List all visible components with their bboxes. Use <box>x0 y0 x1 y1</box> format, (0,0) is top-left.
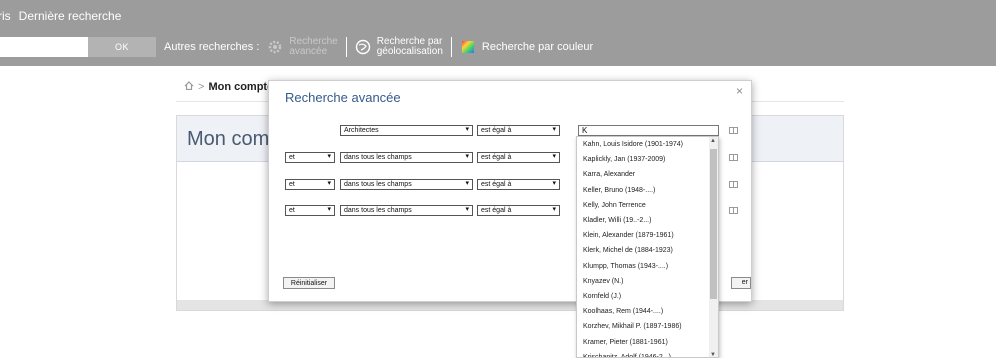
field-select-value: dans tous les champs <box>344 207 412 214</box>
chevron-down-icon: ▾ <box>327 153 331 160</box>
geo-search-link[interactable]: Recherche par géolocalisation <box>355 37 443 57</box>
chevron-down-icon: ▾ <box>552 153 556 160</box>
autocomplete-item[interactable]: Kornfeld (J.) <box>577 289 718 304</box>
page: ris Dernière recherche OK Autres recherc… <box>0 0 996 358</box>
comparator-select[interactable]: est égal à ▾ <box>477 152 560 163</box>
top-nav: ris Dernière recherche <box>0 9 121 25</box>
autocomplete-item[interactable]: Korzhev, Mikhail P. (1897-1986) <box>577 319 718 334</box>
ok-button[interactable]: OK <box>88 37 156 57</box>
autocomplete-item[interactable]: Koolhaas, Rem (1944-....) <box>577 304 718 319</box>
nav-item-last-search[interactable]: Dernière recherche <box>19 9 122 25</box>
chevron-down-icon: ▾ <box>552 126 556 133</box>
autocomplete-item[interactable]: Klumpp, Thomas (1943-....) <box>577 259 718 274</box>
operator-select[interactable]: et ▾ <box>285 205 335 216</box>
operator-select[interactable]: et ▾ <box>285 179 335 190</box>
operator-select-value: et <box>289 154 295 161</box>
chevron-down-icon: ▾ <box>465 180 469 187</box>
separator <box>450 37 452 57</box>
other-searches: Autres recherches : Recherche avancée Re… <box>164 34 593 60</box>
chevron-down-icon: ▾ <box>327 206 331 213</box>
separator <box>345 37 347 57</box>
operator-select[interactable]: et ▾ <box>285 152 335 163</box>
chevron-down-icon: ▾ <box>465 153 469 160</box>
geo-search-label: Recherche par géolocalisation <box>377 37 443 57</box>
chevron-down-icon: ▾ <box>552 180 556 187</box>
autocomplete-item[interactable]: Krischanitz, Adolf (1946-2...) <box>577 350 718 357</box>
advanced-search-line2: avancée <box>289 46 328 57</box>
autocomplete-dropdown: Kahn, Louis Isidore (1901-1974) Kaplickly… <box>576 136 719 358</box>
advanced-search-label: Recherche avancée <box>289 37 337 57</box>
globe-icon <box>355 39 371 55</box>
search-button[interactable]: er <box>731 277 751 289</box>
breadcrumb-current: Mon compte <box>208 81 274 93</box>
search-input[interactable] <box>0 37 88 57</box>
autocomplete-item[interactable]: Keller, Bruno (1948-....) <box>577 183 718 198</box>
chevron-down-icon: ▾ <box>465 126 469 133</box>
panel-title: Mon comp <box>187 128 281 150</box>
field-select[interactable]: Architectes ▾ <box>340 125 473 136</box>
scroll-up-icon[interactable]: ▲ <box>710 138 716 144</box>
list-picker-icon[interactable] <box>729 154 738 161</box>
autocomplete-item[interactable]: Karra, Alexander <box>577 167 718 182</box>
modal-title: Recherche avancée <box>285 90 401 105</box>
chevron-down-icon: ▾ <box>327 180 331 187</box>
comparator-select[interactable]: est égal à ▾ <box>477 205 560 216</box>
color-search-link[interactable]: Recherche par couleur <box>460 39 593 55</box>
operator-select-value: et <box>289 181 295 188</box>
advanced-search-link[interactable]: Recherche avancée <box>267 37 338 57</box>
scroll-thumb[interactable] <box>710 149 717 299</box>
autocomplete-item[interactable]: Klerk, Michel de (1884-1923) <box>577 243 718 258</box>
autocomplete-item[interactable]: Kladler, Willi (19..-2...) <box>577 213 718 228</box>
autocomplete-item[interactable]: Klein, Alexander (1879-1961) <box>577 228 718 243</box>
field-select[interactable]: dans tous les champs ▾ <box>340 179 473 190</box>
color-search-label: Recherche par couleur <box>481 41 594 53</box>
breadcrumb: > Mon compte <box>184 81 273 93</box>
field-select-value: Architectes <box>344 127 379 134</box>
autocomplete-item[interactable]: Kramer, Pieter (1881-1961) <box>577 334 718 349</box>
top-bar: ris Dernière recherche OK Autres recherc… <box>0 0 996 66</box>
breadcrumb-separator: > <box>198 81 205 93</box>
comparator-select-value: est égal à <box>481 207 512 214</box>
comparator-select-value: est égal à <box>481 154 512 161</box>
field-select[interactable]: dans tous les champs ▾ <box>340 205 473 216</box>
gear-icon <box>267 39 283 55</box>
autocomplete-item[interactable]: Kelly, John Terrence <box>577 198 718 213</box>
comparator-select-value: est égal à <box>481 181 512 188</box>
autocomplete-item[interactable]: Kahn, Louis Isidore (1901-1974) <box>577 137 718 152</box>
field-select[interactable]: dans tous les champs ▾ <box>340 152 473 163</box>
comparator-select[interactable]: est égal à ▾ <box>477 125 560 136</box>
chevron-down-icon: ▾ <box>465 206 469 213</box>
list-picker-icon[interactable] <box>729 127 738 134</box>
autocomplete-item[interactable]: Kaplickly, Jan (1937-2009) <box>577 152 718 167</box>
close-icon[interactable]: × <box>736 84 743 98</box>
operator-select-value: et <box>289 207 295 214</box>
scrollbar[interactable]: ▲ ▼ <box>709 137 718 357</box>
color-palette-icon <box>460 39 476 55</box>
nav-item-partial[interactable]: ris <box>0 9 11 25</box>
list-picker-icon[interactable] <box>729 207 738 214</box>
list-picker-icon[interactable] <box>729 181 738 188</box>
autocomplete-list: Kahn, Louis Isidore (1901-1974) Kaplickly… <box>577 137 718 357</box>
value-input[interactable]: K <box>578 125 719 136</box>
field-select-value: dans tous les champs <box>344 181 412 188</box>
other-searches-label: Autres recherches : <box>164 41 260 53</box>
chevron-down-icon: ▾ <box>552 206 556 213</box>
autocomplete-item[interactable]: Knyazev (N.) <box>577 274 718 289</box>
reset-button[interactable]: Réinitialiser <box>283 277 335 289</box>
geo-search-line2: géolocalisation <box>376 46 443 57</box>
home-icon[interactable] <box>184 81 194 93</box>
field-select-value: dans tous les champs <box>344 154 412 161</box>
comparator-select[interactable]: est égal à ▾ <box>477 179 560 190</box>
comparator-select-value: est égal à <box>481 127 512 134</box>
